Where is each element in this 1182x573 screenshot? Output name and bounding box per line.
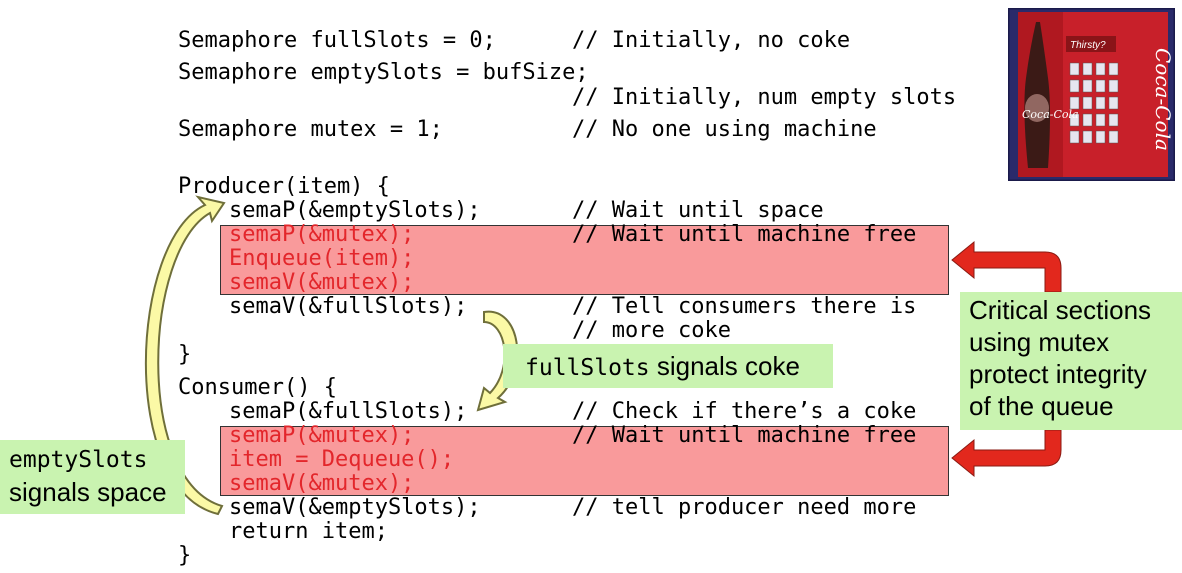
slide: Semaphore fullSlots = 0; // Initially, n…	[0, 0, 1182, 573]
full-slots-note-text: signals coke	[649, 351, 800, 381]
coca-cola-logo: Coca-Cola	[1151, 48, 1175, 151]
critical-note-line-4: of the queue	[969, 391, 1114, 421]
critical-arrow-bottom	[951, 429, 1062, 478]
full-slots-note: fullSlots signals coke	[503, 344, 833, 388]
empty-slots-note: emptySlots signals space	[0, 440, 185, 514]
critical-note-line-2: using mutex	[969, 327, 1110, 357]
thirsty-sign-text: Thirsty?	[1070, 40, 1106, 51]
coke-machine-image: Thirsty? Coca-Cola Coca-Cola	[1008, 8, 1175, 181]
critical-note-line-3: protect integrity	[969, 359, 1147, 389]
empty-slots-note-code: emptySlots	[9, 447, 148, 473]
critical-sections-note: Critical sections using mutex protect in…	[960, 292, 1182, 430]
coca-cola-logo-small: Coca-Cola	[1022, 108, 1079, 121]
critical-arrow-top	[951, 240, 1062, 293]
critical-note-line-1: Critical sections	[969, 295, 1152, 325]
full-slots-note-code: fullSlots	[525, 355, 650, 381]
empty-slots-note-text: signals space	[9, 477, 167, 507]
